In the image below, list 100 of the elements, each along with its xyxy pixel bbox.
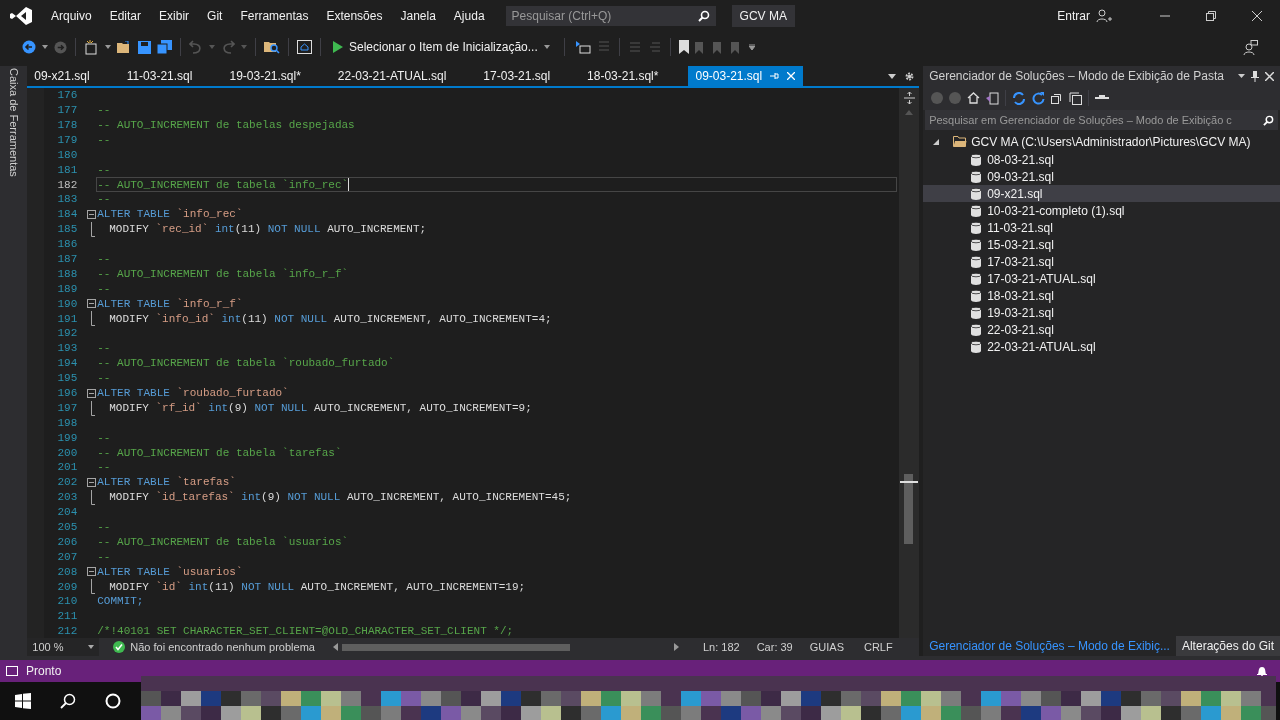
- save-icon[interactable]: [138, 40, 151, 54]
- line-ending[interactable]: CRLF: [863, 638, 893, 656]
- tree-item[interactable]: 22-03-21-ATUAL.sql: [923, 338, 1280, 355]
- copy-icon[interactable]: [1069, 91, 1083, 105]
- indent-mode[interactable]: GUIAS: [809, 638, 844, 656]
- pin-icon[interactable]: [1251, 70, 1259, 82]
- tree-item[interactable]: 15-03-21.sql: [923, 236, 1280, 253]
- tree-item[interactable]: 17-03-21.sql: [923, 253, 1280, 270]
- line-number: 198: [56, 415, 78, 431]
- code-line: --: [97, 103, 111, 119]
- open-folder-icon[interactable]: [117, 40, 132, 54]
- editor-tab[interactable]: 17-03-21.sql: [476, 66, 581, 86]
- editor-tab[interactable]: 19-03-21.sql*: [222, 66, 331, 86]
- code-line: ALTER TABLE `info_r_f`: [97, 296, 243, 312]
- toolbox-tab[interactable]: Caixa de Ferramentas: [3, 68, 24, 177]
- expanded-arrow-icon[interactable]: [933, 138, 940, 145]
- close-icon[interactable]: [1252, 11, 1262, 21]
- tree-item[interactable]: 09-x21.sql: [923, 185, 1280, 202]
- menu-item[interactable]: Ajuda: [444, 7, 494, 25]
- panel-tab[interactable]: Gerenciador de Soluções – Modo de Exibiç...: [923, 636, 1176, 656]
- tree-item[interactable]: 11-03-21.sql: [923, 219, 1280, 236]
- database-icon: [971, 187, 982, 200]
- menu-item[interactable]: Extensões: [317, 7, 392, 25]
- zoom-dropdown[interactable]: 100 %: [27, 638, 100, 656]
- scroll-right-icon[interactable]: [673, 643, 679, 651]
- fold-guide-icon: [91, 221, 97, 237]
- tree-item[interactable]: 08-03-21.sql: [923, 151, 1280, 168]
- code-line: --: [97, 132, 111, 148]
- sign-in-link[interactable]: Entrar: [1057, 7, 1090, 25]
- editor-tab[interactable]: 11-03-21.sql: [119, 66, 223, 86]
- save-all-icon[interactable]: [157, 40, 172, 54]
- start-debug-button[interactable]: Selecionar o Item de Inicialização...: [329, 36, 554, 58]
- close-icon[interactable]: [1265, 71, 1274, 81]
- menu-item[interactable]: Git: [198, 7, 232, 25]
- refresh-icon[interactable]: [1032, 91, 1046, 105]
- menu-item[interactable]: Janela: [391, 7, 445, 25]
- database-icon: [971, 238, 982, 251]
- collapse-icon[interactable]: [87, 210, 97, 220]
- tree-item[interactable]: 22-03-21.sql: [923, 321, 1280, 338]
- line-number: 177: [56, 103, 78, 119]
- search-icon[interactable]: [60, 693, 76, 709]
- dropdown-icon[interactable]: [748, 44, 755, 50]
- database-icon: [971, 153, 982, 166]
- switch-views-icon[interactable]: [986, 91, 1000, 105]
- feedback-icon[interactable]: [1243, 39, 1258, 55]
- dropdown-icon[interactable]: [1238, 74, 1245, 78]
- line-number: 192: [56, 326, 78, 342]
- task-view-circle-icon[interactable]: [105, 693, 121, 709]
- line-number: 187: [56, 252, 78, 267]
- collapse-icon[interactable]: [87, 567, 97, 577]
- editor-tab[interactable]: 18-03-21.sql*: [580, 66, 689, 86]
- column-indicator[interactable]: Car: 39: [756, 638, 793, 656]
- sync-icon[interactable]: [1012, 91, 1027, 105]
- menu-item[interactable]: Editar: [100, 7, 151, 25]
- collapse-icon[interactable]: [87, 388, 97, 398]
- solution-name-badge: GCV MA: [731, 5, 795, 27]
- scroll-left-icon[interactable]: [332, 643, 338, 651]
- restore-icon[interactable]: [1206, 11, 1216, 21]
- collapse-icon[interactable]: [87, 299, 97, 309]
- search-field[interactable]: Pesquisar (Ctrl+Q): [505, 6, 716, 26]
- back-icon[interactable]: [22, 40, 36, 54]
- new-project-icon[interactable]: [84, 39, 99, 55]
- home-icon[interactable]: [967, 92, 981, 104]
- dropdown-icon[interactable]: [42, 45, 48, 49]
- windows-start-icon[interactable]: [15, 693, 31, 709]
- collapse-icon[interactable]: [87, 478, 97, 488]
- menu-item[interactable]: Exibir: [150, 7, 199, 25]
- tree-item[interactable]: 17-03-21-ATUAL.sql: [923, 270, 1280, 287]
- line-number: 183: [56, 192, 78, 208]
- panel-tab[interactable]: Alterações do Git: [1175, 636, 1280, 656]
- tab-list-dropdown-icon[interactable]: [888, 74, 897, 79]
- menu-item[interactable]: Arquivo: [42, 7, 101, 25]
- database-icon: [971, 323, 982, 336]
- tree-item[interactable]: 09-03-21.sql: [923, 168, 1280, 185]
- code-line: -- AUTO_INCREMENT de tabela `info_rec`: [97, 177, 349, 193]
- notification-bell-icon[interactable]: [1256, 665, 1268, 677]
- find-in-files-icon[interactable]: [264, 40, 280, 54]
- tree-item[interactable]: GCV MA (C:\Users\Administrador\Pictures\GCV MA): [923, 132, 1280, 151]
- toolbar-icon[interactable]: [574, 40, 591, 54]
- settings-icon[interactable]: [904, 71, 916, 82]
- tree-item[interactable]: 10-03-21-completo (1).sql: [923, 202, 1280, 219]
- add-user-icon[interactable]: [1096, 9, 1112, 23]
- dropdown-icon: [88, 645, 95, 649]
- tree-item[interactable]: 18-03-21.sql: [923, 287, 1280, 304]
- home-window-icon[interactable]: [297, 40, 312, 54]
- tree-item[interactable]: 19-03-21.sql: [923, 304, 1280, 321]
- menu-item[interactable]: Ferramentas: [231, 7, 318, 25]
- editor-tab[interactable]: 09-x21.sql: [27, 66, 120, 86]
- line-number: 202: [56, 475, 78, 491]
- collapse-all-icon[interactable]: [1051, 92, 1064, 104]
- split-editor-icon[interactable]: [903, 92, 915, 104]
- properties-icon[interactable]: [1095, 95, 1110, 101]
- scrollbar-thumb[interactable]: [904, 474, 914, 544]
- search-field[interactable]: Pesquisar em Gerenciador de Soluções – Modo de Exibição c: [925, 110, 1278, 130]
- dropdown-icon[interactable]: [105, 45, 111, 49]
- editor-tab[interactable]: 22-03-21-ATUAL.sql: [330, 66, 477, 86]
- line-indicator[interactable]: Ln: 182: [702, 638, 740, 656]
- horizontal-scrollbar-thumb[interactable]: [341, 644, 570, 651]
- problems-status[interactable]: Não foi encontrado nenhum problema: [130, 638, 315, 656]
- bookmark-icon[interactable]: [678, 40, 689, 54]
